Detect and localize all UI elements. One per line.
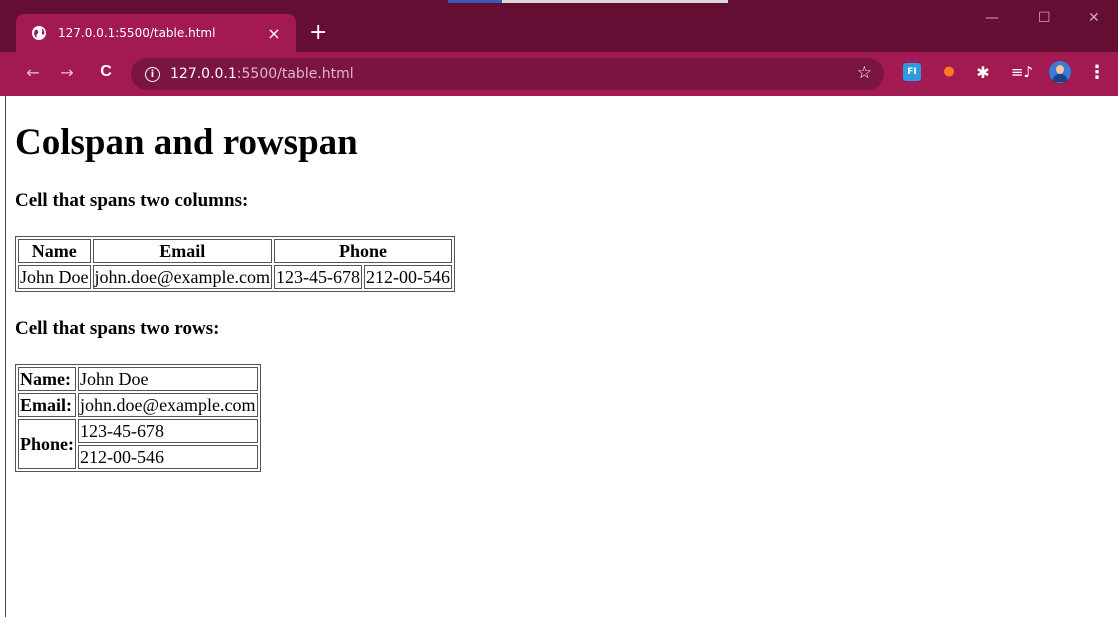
tab-strip: 127.0.0.1:5500/table.html × + — ☐ ✕ [0, 0, 1118, 52]
new-tab-button[interactable]: + [309, 22, 327, 44]
tabstrip-accent-light [502, 0, 728, 3]
fi-extension-icon[interactable]: FI [903, 63, 921, 81]
table-cell-name: John Doe [18, 265, 91, 289]
value-phone-2: 212-00-546 [78, 445, 258, 469]
minimize-button[interactable]: — [985, 10, 999, 26]
tab-close-icon[interactable]: × [264, 24, 284, 43]
table-row-phone: Phone: 123-45-678 [18, 419, 258, 469]
media-control-icon[interactable]: ≡♪ [1011, 63, 1033, 81]
table-header-row: Name Email Phone [18, 239, 453, 263]
label-phone: Phone: [18, 419, 76, 469]
table-cell-email: john.doe@example.com [92, 265, 273, 289]
table-row-name: Name: John Doe [18, 367, 258, 391]
table-cell-phone-1: 123-45-678 [274, 265, 363, 289]
fire-extension-icon[interactable]: ● [941, 63, 957, 79]
page-title: Colspan and rowspan [15, 122, 358, 163]
avatar-head [1056, 65, 1064, 74]
profile-avatar[interactable] [1049, 61, 1071, 83]
bookmark-star-icon[interactable]: ☆ [857, 63, 872, 83]
reload-button[interactable]: C [95, 63, 117, 81]
url-path: :5500/table.html [236, 66, 354, 82]
label-name: Name: [18, 367, 76, 391]
table-header-name: Name [18, 239, 91, 263]
address-bar[interactable]: i 127.0.0.1:5500/table.html ☆ [131, 58, 884, 90]
section-title-rowspan: Cell that spans two rows: [15, 318, 220, 339]
info-icon[interactable]: i [145, 66, 160, 82]
back-button[interactable]: ← [22, 63, 44, 82]
avatar-shirt [1053, 74, 1067, 82]
tabstrip-accent [448, 0, 502, 3]
globe-icon [31, 25, 47, 41]
tab-title: 127.0.0.1:5500/table.html [58, 26, 216, 40]
table-cell-phone-2: 212-00-546 [364, 265, 453, 289]
browser-menu-icon[interactable]: ⋮ [1088, 62, 1106, 83]
value-phone-1: 123-45-678 [78, 419, 258, 443]
table-row-email: Email: john.doe@example.com [18, 393, 258, 417]
value-name: John Doe [78, 367, 258, 391]
extensions-puzzle-icon[interactable]: ✱ [973, 63, 993, 82]
page-viewport: Colspan and rowspan Cell that spans two … [0, 96, 1118, 617]
window-left-border [5, 96, 6, 617]
section-title-colspan: Cell that spans two columns: [15, 190, 249, 211]
forward-button[interactable]: → [56, 63, 78, 82]
browser-tab[interactable]: 127.0.0.1:5500/table.html × [16, 14, 296, 52]
close-window-button[interactable]: ✕ [1088, 10, 1100, 26]
maximize-button[interactable]: ☐ [1038, 10, 1051, 26]
table-header-phone: Phone [274, 239, 453, 263]
url-host: 127.0.0.1 [170, 66, 237, 82]
table-header-email: Email [92, 239, 273, 263]
rowspan-table: Name: John Doe Email: john.doe@example.c… [15, 364, 261, 472]
value-email: john.doe@example.com [78, 393, 258, 417]
label-email: Email: [18, 393, 76, 417]
table-row: John Doe john.doe@example.com 123-45-678… [18, 265, 453, 289]
colspan-table: Name Email Phone John Doe john.doe@examp… [15, 236, 456, 292]
